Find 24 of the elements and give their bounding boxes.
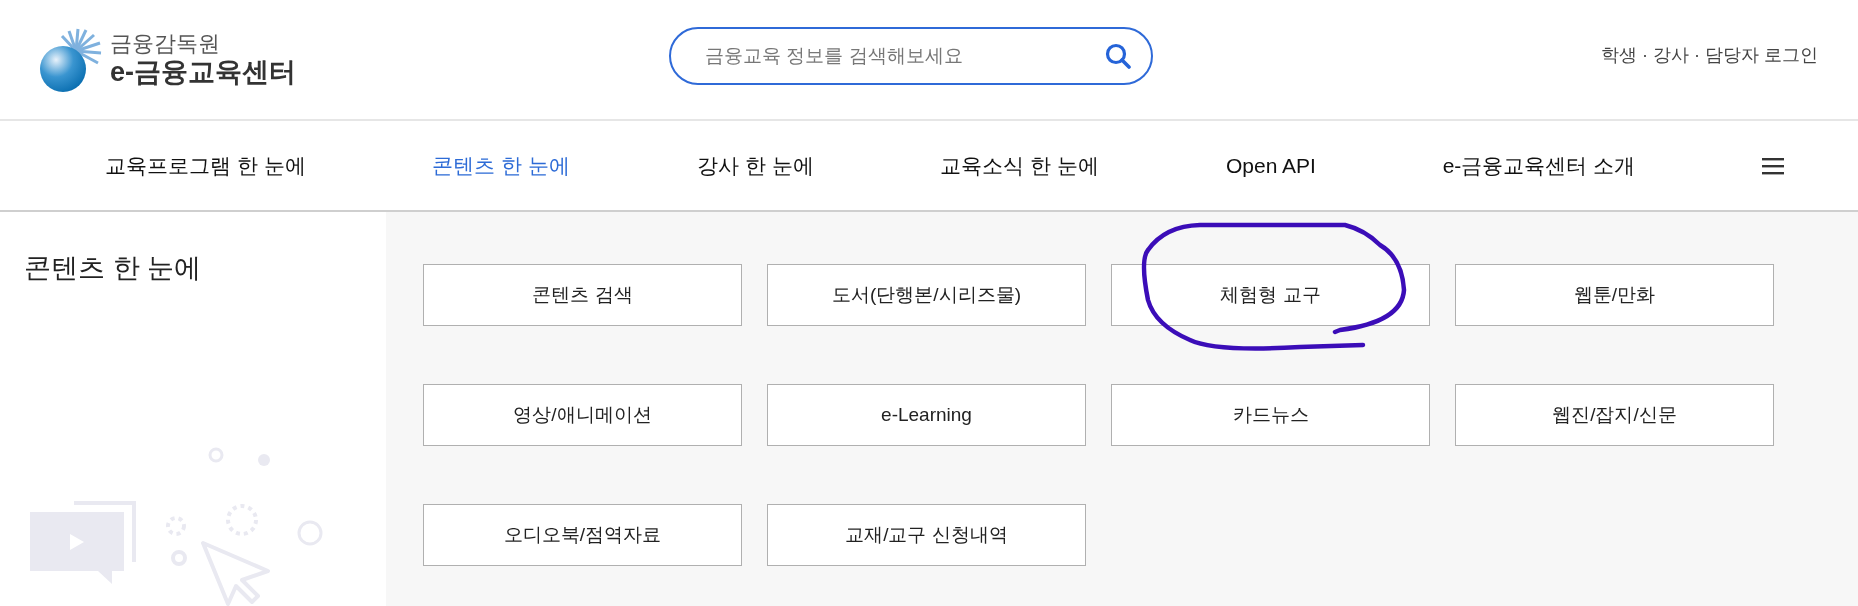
category-button[interactable]: 교재/교구 신청내역 <box>767 504 1086 566</box>
category-button[interactable]: 오디오북/점역자료 <box>423 504 742 566</box>
category-button[interactable]: e-Learning <box>767 384 1086 446</box>
nav-tab[interactable]: e-금융교육센터 소개 <box>1442 151 1636 180</box>
logo-org-name: 금융감독원 <box>110 31 221 57</box>
nav-tab[interactable]: 콘텐츠 한 눈에 <box>432 151 571 180</box>
search-icon[interactable] <box>1105 42 1131 69</box>
nav-tab[interactable]: Open API <box>1225 153 1316 178</box>
login-link[interactable]: 학생 · 강사 · 담당자 로그인 <box>1601 42 1818 67</box>
logo-sphere-icon <box>38 26 104 93</box>
category-button[interactable]: 웹진/잡지/신문 <box>1455 384 1774 446</box>
category-button[interactable]: 도서(단행본/시리즈물) <box>767 264 1086 326</box>
nav-tab[interactable]: 교육프로그램 한 눈에 <box>105 151 306 180</box>
category-button[interactable]: 콘텐츠 검색 <box>423 264 742 326</box>
category-button[interactable]: 카드뉴스 <box>1111 384 1430 446</box>
nav-tab[interactable]: 강사 한 눈에 <box>696 151 814 180</box>
menu-icon[interactable] <box>1762 156 1784 175</box>
logo-site-name: e-금융교육센터 <box>110 56 296 88</box>
category-button[interactable]: 웹툰/만화 <box>1455 264 1774 326</box>
category-button[interactable]: 체험형 교구 <box>1111 264 1430 326</box>
nav-tab[interactable]: 교육소식 한 눈에 <box>940 151 1100 180</box>
section-title: 콘텐츠 한 눈에 <box>24 252 202 285</box>
search-field[interactable]: 금융교육 정보를 검색해보세요 <box>669 26 1153 85</box>
category-button[interactable]: 영상/애니메이션 <box>423 384 742 446</box>
